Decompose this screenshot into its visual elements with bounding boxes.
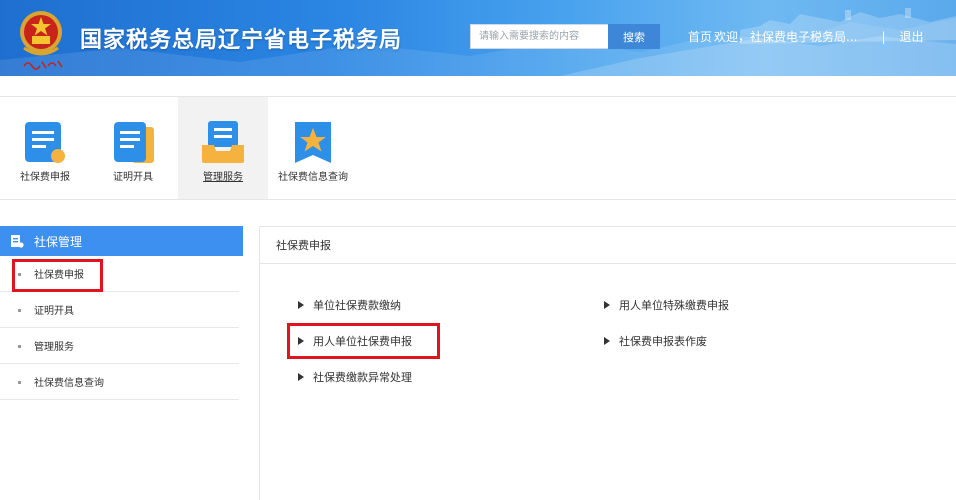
welcome-text: 欢迎，社保费电子税务局... (714, 30, 858, 44)
action-label: 社保费缴款异常处理 (313, 371, 412, 384)
sidebar-item-label: 证明开具 (34, 306, 74, 317)
main-panel: 社保费申报 单位社保费款缴纳 用人单位特殊缴费申报 用人单位社保费申报 社保费申… (259, 226, 956, 500)
sidebar-header-label: 社保管理 (34, 234, 83, 249)
site-header: 国家税务总局辽宁省电子税务局 搜索 首页 欢迎，社保费电子税务局... | 退出 (0, 0, 956, 76)
search-button[interactable]: 搜索 (608, 24, 660, 49)
site-title: 国家税务总局辽宁省电子税务局 (80, 28, 403, 53)
logout-link[interactable]: 退出 (900, 28, 924, 45)
bullet-icon (18, 381, 21, 384)
triangle-right-icon (298, 373, 304, 381)
nav-label: 证明开具 (113, 172, 153, 183)
header-separator: | (881, 29, 886, 44)
nav-item-declaration[interactable]: 社保费申报 (0, 97, 90, 199)
search-input[interactable] (470, 24, 608, 49)
nav-label: 管理服务 (203, 172, 243, 183)
panel-title: 社保费申报 (260, 227, 956, 264)
action-label: 用人单位社保费申报 (313, 335, 412, 348)
document-list-icon (11, 235, 24, 248)
search-bar: 搜索 (470, 24, 660, 49)
home-link[interactable]: 首页 (688, 28, 712, 45)
header-links: 首页 欢迎，社保费电子税务局... | 退出 (688, 28, 924, 45)
sidebar-item-label: 社保费信息查询 (34, 378, 104, 389)
tax-emblem-icon (20, 11, 62, 56)
top-navigation: 社保费申报 证明开具 管理服务 社保费信息查询 (0, 96, 956, 200)
document-icon (25, 122, 65, 163)
signature-mark (23, 60, 63, 70)
action-label: 用人单位特殊缴费申报 (619, 299, 729, 312)
sidebar-item-management[interactable]: 管理服务 (0, 328, 239, 364)
nav-label: 社保费申报 (20, 172, 70, 183)
sidebar-item-certificate[interactable]: 证明开具 (0, 292, 239, 328)
sidebar-item-label: 社保费申报 (34, 270, 84, 281)
action-special-declaration[interactable]: 用人单位特殊缴费申报 (604, 297, 729, 313)
inbox-icon (202, 121, 244, 163)
action-unit-payment[interactable]: 单位社保费款缴纳 (298, 297, 401, 313)
bullet-icon (18, 345, 21, 348)
action-void-declaration[interactable]: 社保费申报表作废 (604, 333, 707, 349)
sidebar-item-label: 管理服务 (34, 342, 74, 353)
action-employer-declaration[interactable]: 用人单位社保费申报 (298, 333, 412, 349)
nav-item-management[interactable]: 管理服务 (178, 97, 268, 199)
bullet-icon (18, 273, 21, 276)
sidebar: 社保管理 社保费申报 证明开具 管理服务 社保费信息查询 (0, 226, 243, 500)
sidebar-item-info-query[interactable]: 社保费信息查询 (0, 364, 239, 400)
certificate-icon (114, 122, 154, 163)
nav-item-info-query[interactable]: 社保费信息查询 (268, 97, 358, 199)
nav-label: 社保费信息查询 (278, 172, 348, 183)
triangle-right-icon (604, 301, 610, 309)
action-label: 单位社保费款缴纳 (313, 299, 401, 312)
star-badge-icon (295, 122, 331, 163)
triangle-right-icon (604, 337, 610, 345)
action-label: 社保费申报表作废 (619, 335, 707, 348)
sidebar-item-declaration[interactable]: 社保费申报 (0, 256, 239, 292)
triangle-right-icon (298, 337, 304, 345)
action-payment-exception[interactable]: 社保费缴款异常处理 (298, 369, 412, 385)
sidebar-header[interactable]: 社保管理 (0, 226, 243, 256)
nav-item-certificate[interactable]: 证明开具 (88, 97, 178, 199)
bullet-icon (18, 309, 21, 312)
triangle-right-icon (298, 301, 304, 309)
